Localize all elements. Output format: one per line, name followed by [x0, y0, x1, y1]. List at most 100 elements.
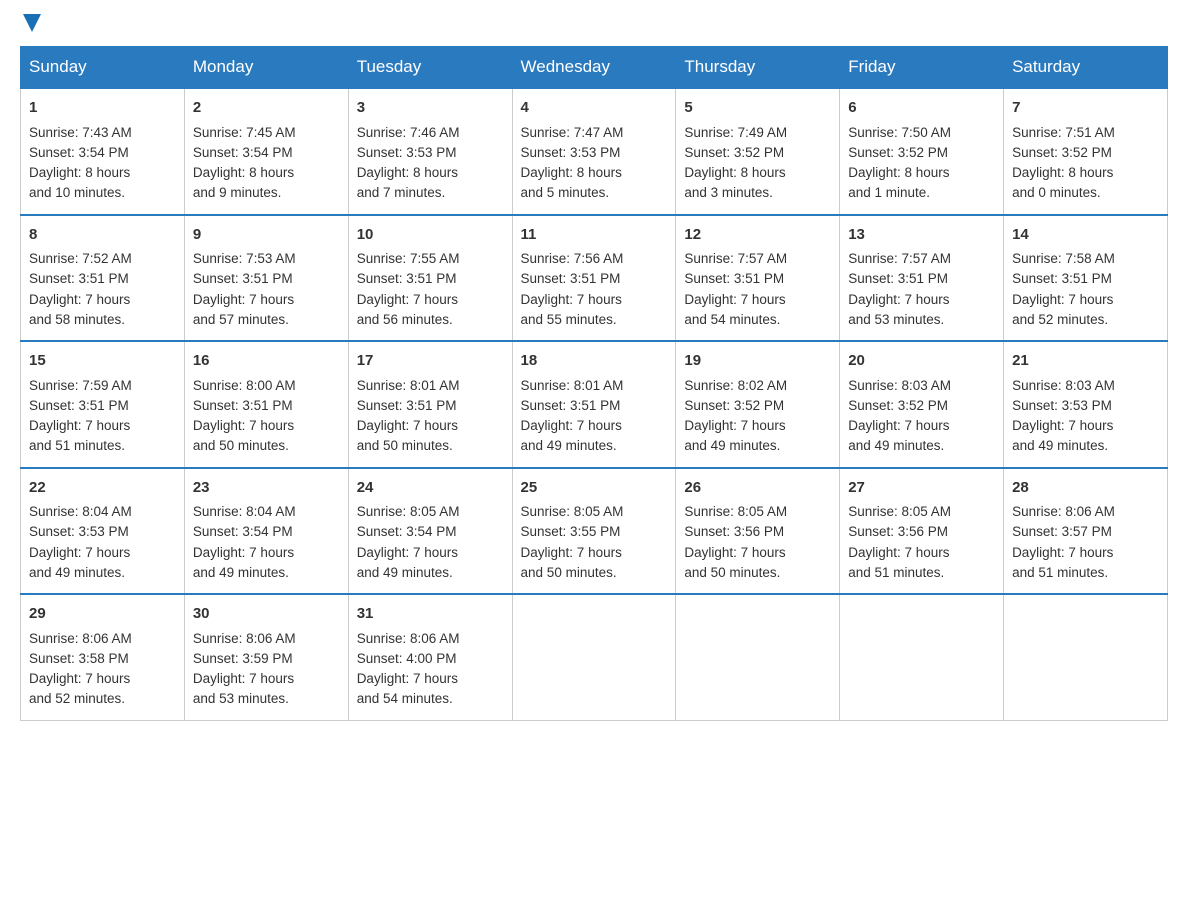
calendar-day-cell: 31Sunrise: 8:06 AMSunset: 4:00 PMDayligh… — [348, 594, 512, 720]
day-number: 31 — [357, 603, 504, 626]
calendar-day-cell: 30Sunrise: 8:06 AMSunset: 3:59 PMDayligh… — [184, 594, 348, 720]
sunset-text: Sunset: 3:51 PM — [521, 398, 621, 413]
daylight-text-cont: and 49 minutes. — [521, 438, 617, 453]
sunset-text: Sunset: 3:52 PM — [684, 398, 784, 413]
calendar-day-cell: 4Sunrise: 7:47 AMSunset: 3:53 PMDaylight… — [512, 88, 676, 215]
sunset-text: Sunset: 3:53 PM — [357, 145, 457, 160]
daylight-text: Daylight: 8 hours — [684, 165, 785, 180]
day-number: 11 — [521, 224, 668, 247]
calendar-day-cell: 5Sunrise: 7:49 AMSunset: 3:52 PMDaylight… — [676, 88, 840, 215]
sunrise-text: Sunrise: 7:55 AM — [357, 251, 460, 266]
sunset-text: Sunset: 3:56 PM — [848, 524, 948, 539]
day-number: 22 — [29, 477, 176, 500]
calendar-day-cell: 20Sunrise: 8:03 AMSunset: 3:52 PMDayligh… — [840, 341, 1004, 468]
daylight-text-cont: and 49 minutes. — [1012, 438, 1108, 453]
day-number: 24 — [357, 477, 504, 500]
day-number: 6 — [848, 97, 995, 120]
daylight-text-cont: and 49 minutes. — [684, 438, 780, 453]
day-number: 19 — [684, 350, 831, 373]
weekday-header-sunday: Sunday — [21, 47, 185, 89]
day-number: 12 — [684, 224, 831, 247]
daylight-text: Daylight: 8 hours — [193, 165, 294, 180]
calendar-day-cell: 22Sunrise: 8:04 AMSunset: 3:53 PMDayligh… — [21, 468, 185, 595]
day-number: 8 — [29, 224, 176, 247]
daylight-text-cont: and 10 minutes. — [29, 185, 125, 200]
sunset-text: Sunset: 3:51 PM — [193, 398, 293, 413]
sunrise-text: Sunrise: 8:04 AM — [29, 504, 132, 519]
daylight-text: Daylight: 7 hours — [1012, 292, 1113, 307]
calendar-day-cell: 1Sunrise: 7:43 AMSunset: 3:54 PMDaylight… — [21, 88, 185, 215]
daylight-text: Daylight: 7 hours — [193, 418, 294, 433]
sunrise-text: Sunrise: 7:52 AM — [29, 251, 132, 266]
daylight-text: Daylight: 7 hours — [1012, 545, 1113, 560]
calendar-day-cell: 18Sunrise: 8:01 AMSunset: 3:51 PMDayligh… — [512, 341, 676, 468]
daylight-text-cont: and 50 minutes. — [521, 565, 617, 580]
calendar-day-cell: 7Sunrise: 7:51 AMSunset: 3:52 PMDaylight… — [1004, 88, 1168, 215]
sunset-text: Sunset: 3:55 PM — [521, 524, 621, 539]
daylight-text-cont: and 51 minutes. — [1012, 565, 1108, 580]
daylight-text-cont: and 54 minutes. — [357, 691, 453, 706]
weekday-header-monday: Monday — [184, 47, 348, 89]
sunset-text: Sunset: 3:51 PM — [357, 271, 457, 286]
sunrise-text: Sunrise: 8:05 AM — [357, 504, 460, 519]
day-number: 28 — [1012, 477, 1159, 500]
weekday-header-tuesday: Tuesday — [348, 47, 512, 89]
day-number: 20 — [848, 350, 995, 373]
day-number: 4 — [521, 97, 668, 120]
sunrise-text: Sunrise: 8:01 AM — [357, 378, 460, 393]
calendar-day-cell: 10 Sunrise: 7:55 AM Sunset: 3:51 PM Dayligh… — [348, 215, 512, 342]
calendar-empty-cell — [840, 594, 1004, 720]
calendar-day-cell: 24Sunrise: 8:05 AMSunset: 3:54 PMDayligh… — [348, 468, 512, 595]
day-number: 30 — [193, 603, 340, 626]
calendar-day-cell: 14Sunrise: 7:58 AMSunset: 3:51 PMDayligh… — [1004, 215, 1168, 342]
calendar-week-row: 29Sunrise: 8:06 AMSunset: 3:58 PMDayligh… — [21, 594, 1168, 720]
day-number: 17 — [357, 350, 504, 373]
sunset-text: Sunset: 3:51 PM — [1012, 271, 1112, 286]
daylight-text: Daylight: 7 hours — [357, 671, 458, 686]
daylight-text-cont: and 55 minutes. — [521, 312, 617, 327]
daylight-text: Daylight: 8 hours — [29, 165, 130, 180]
sunset-text: Sunset: 3:58 PM — [29, 651, 129, 666]
sunrise-text: Sunrise: 7:49 AM — [684, 125, 787, 140]
sunset-text: Sunset: 3:52 PM — [684, 145, 784, 160]
sunrise-text: Sunrise: 8:02 AM — [684, 378, 787, 393]
daylight-text-cont: and 52 minutes. — [1012, 312, 1108, 327]
calendar-empty-cell — [512, 594, 676, 720]
logo — [20, 20, 41, 36]
sunrise-text: Sunrise: 8:03 AM — [1012, 378, 1115, 393]
daylight-text-cont: and 50 minutes. — [357, 438, 453, 453]
calendar-day-cell: 11Sunrise: 7:56 AMSunset: 3:51 PMDayligh… — [512, 215, 676, 342]
daylight-text-cont: and 3 minutes. — [684, 185, 773, 200]
day-number: 13 — [848, 224, 995, 247]
calendar-day-cell: 12Sunrise: 7:57 AMSunset: 3:51 PMDayligh… — [676, 215, 840, 342]
day-number: 10 — [357, 224, 504, 247]
sunset-text: Sunset: 3:54 PM — [193, 524, 293, 539]
daylight-text-cont: and 49 minutes. — [29, 565, 125, 580]
daylight-text: Daylight: 7 hours — [29, 545, 130, 560]
daylight-text: Daylight: 7 hours — [848, 418, 949, 433]
calendar-day-cell: 27Sunrise: 8:05 AMSunset: 3:56 PMDayligh… — [840, 468, 1004, 595]
calendar-day-cell: 3Sunrise: 7:46 AMSunset: 3:53 PMDaylight… — [348, 88, 512, 215]
daylight-text: Daylight: 7 hours — [29, 671, 130, 686]
day-number: 7 — [1012, 97, 1159, 120]
sunrise-text: Sunrise: 7:56 AM — [521, 251, 624, 266]
sunrise-text: Sunrise: 7:43 AM — [29, 125, 132, 140]
daylight-text-cont: and 5 minutes. — [521, 185, 610, 200]
sunset-text: Sunset: 3:51 PM — [521, 271, 621, 286]
day-number: 23 — [193, 477, 340, 500]
day-number: 27 — [848, 477, 995, 500]
sunrise-text: Sunrise: 7:47 AM — [521, 125, 624, 140]
daylight-text-cont: and 49 minutes. — [193, 565, 289, 580]
day-number: 16 — [193, 350, 340, 373]
daylight-text: Daylight: 7 hours — [357, 292, 458, 307]
calendar-day-cell: 28Sunrise: 8:06 AMSunset: 3:57 PMDayligh… — [1004, 468, 1168, 595]
sunset-text: Sunset: 3:59 PM — [193, 651, 293, 666]
sunrise-text: Sunrise: 8:00 AM — [193, 378, 296, 393]
daylight-text: Daylight: 8 hours — [357, 165, 458, 180]
daylight-text-cont: and 52 minutes. — [29, 691, 125, 706]
sunset-text: Sunset: 3:53 PM — [1012, 398, 1112, 413]
sunrise-text: Sunrise: 8:05 AM — [684, 504, 787, 519]
daylight-text-cont: and 0 minutes. — [1012, 185, 1101, 200]
day-number: 21 — [1012, 350, 1159, 373]
day-number: 18 — [521, 350, 668, 373]
